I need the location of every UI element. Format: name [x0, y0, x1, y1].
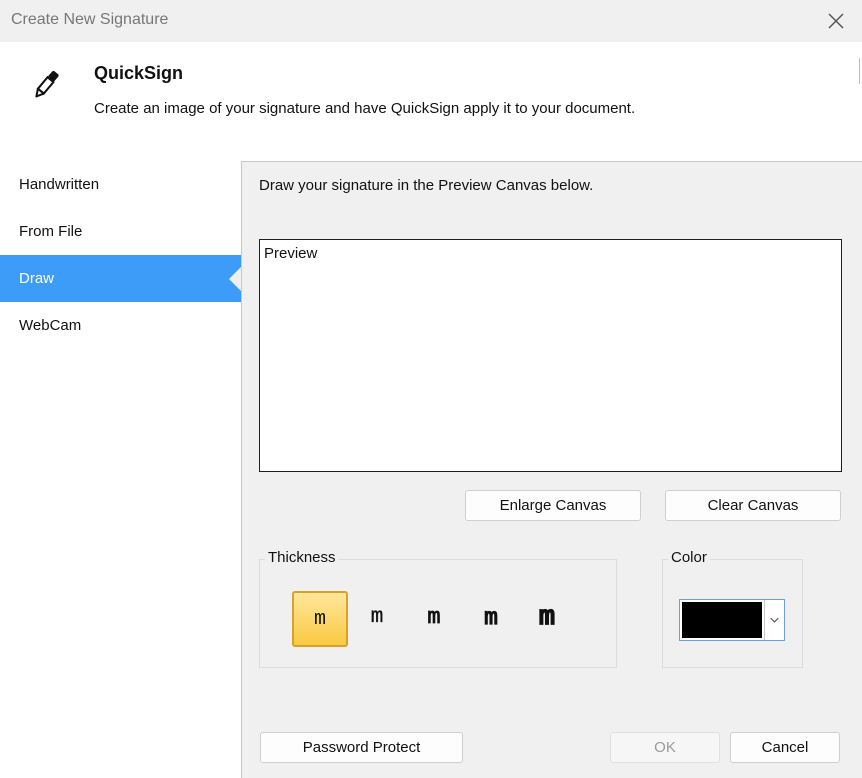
title-bar: Create New Signature — [0, 0, 862, 42]
chevron-down-icon — [764, 600, 779, 640]
thickness-option-3[interactable]: m — [406, 591, 462, 647]
color-swatch — [682, 602, 762, 638]
thickness-option-2[interactable]: m — [349, 591, 405, 647]
draw-instruction: Draw your signature in the Preview Canva… — [259, 177, 594, 194]
color-dropdown[interactable] — [679, 599, 785, 641]
clear-canvas-button[interactable]: Clear Canvas — [665, 490, 841, 521]
thickness-option-1[interactable]: m — [292, 591, 348, 647]
preview-canvas[interactable]: Preview — [259, 239, 842, 472]
sidebar-item-handwritten[interactable]: Handwritten — [0, 161, 241, 208]
sidebar-item-webcam[interactable]: WebCam — [0, 302, 241, 349]
header-description: Create an image of your signature and ha… — [94, 100, 636, 117]
close-icon[interactable] — [826, 11, 846, 31]
preview-label: Preview — [264, 245, 318, 262]
sidebar-item-draw[interactable]: Draw — [0, 255, 241, 302]
pen-icon — [35, 70, 59, 98]
thickness-option-5[interactable]: m — [519, 591, 575, 647]
draw-panel: Draw your signature in the Preview Canva… — [241, 161, 862, 778]
cancel-button[interactable]: Cancel — [730, 732, 840, 763]
thickness-option-4[interactable]: m — [463, 591, 519, 647]
window-title: Create New Signature — [11, 11, 169, 28]
color-label: Color — [668, 549, 710, 566]
sidebar: Handwritten From File Draw WebCam — [0, 161, 241, 778]
thickness-label: Thickness — [265, 549, 339, 566]
ok-button[interactable]: OK — [610, 732, 720, 763]
enlarge-canvas-button[interactable]: Enlarge Canvas — [465, 490, 641, 521]
sidebar-item-from-file[interactable]: From File — [0, 208, 241, 255]
color-group: Color — [662, 549, 803, 668]
thickness-group: Thickness m m m m m — [259, 549, 617, 668]
password-protect-button[interactable]: Password Protect — [260, 732, 463, 763]
dialog-header: QuickSign Create an image of your signat… — [0, 42, 862, 160]
app-name: QuickSign — [94, 63, 184, 83]
